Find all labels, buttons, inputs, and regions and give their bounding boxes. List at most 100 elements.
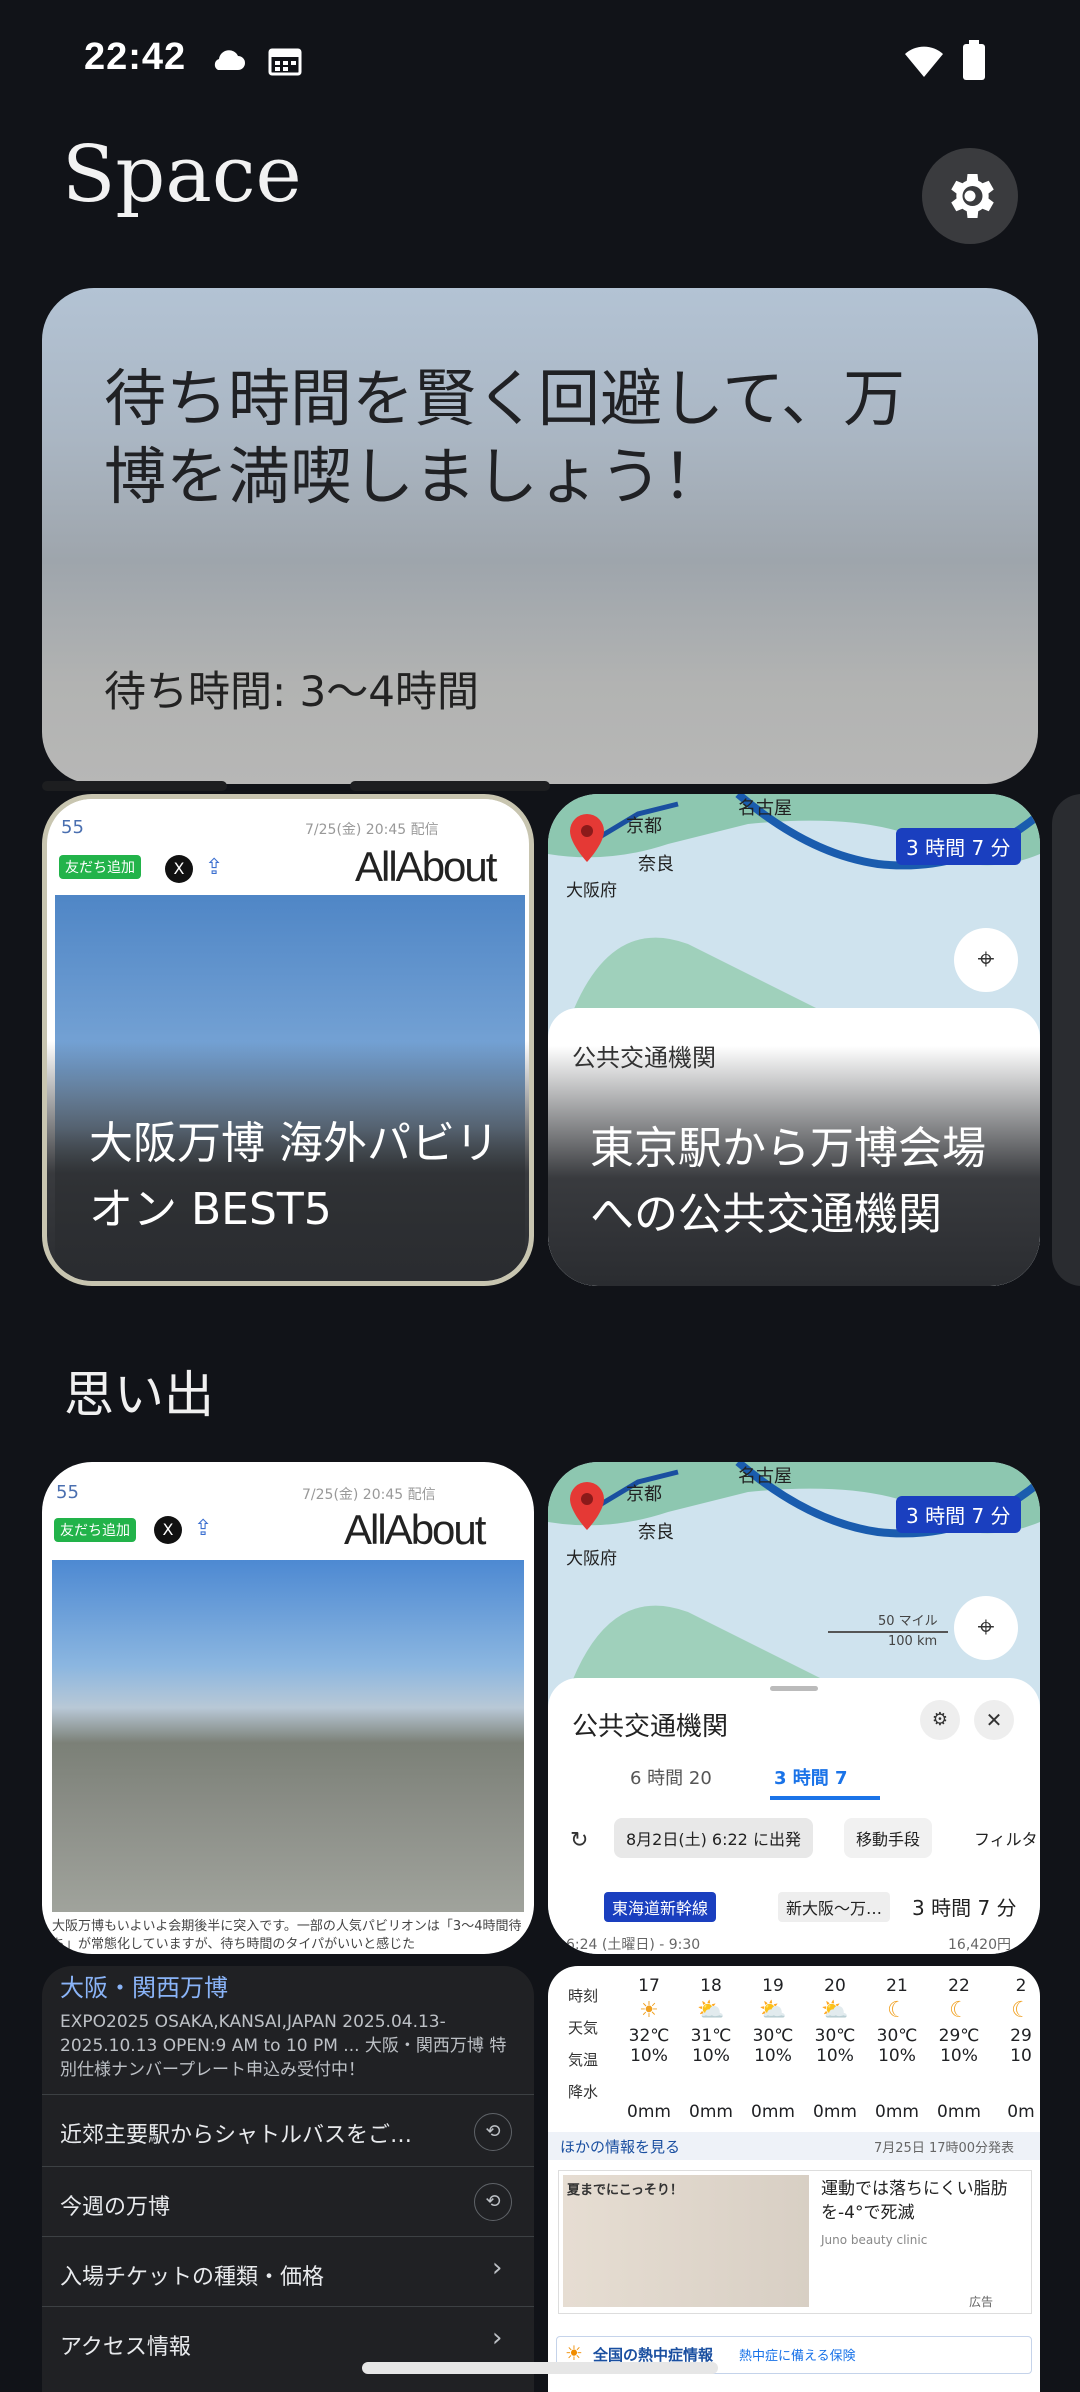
weather-rain-value: 0mm (751, 2102, 795, 2122)
locate-button[interactable]: ⌖ (954, 928, 1018, 992)
memory-weather-card[interactable]: 時刻 天気 気温 降水 17 18 19 20 21 22 2 ☀ ⛅ ⛅ ⛅ ☾ ☾ ☾ 32℃ 31℃… (548, 1966, 1040, 2392)
weather-precip-value: 10% (816, 2046, 854, 2066)
route-to: 新大阪〜万… (778, 1892, 891, 1922)
weather-precip: 10% 10% 10% 10% 10% 10% 10 (618, 2046, 1040, 2066)
weather-temp: 30℃ (752, 2026, 794, 2046)
refresh-icon[interactable]: ↻ (570, 1828, 588, 1853)
comment-count: 55 (56, 1482, 79, 1503)
moon-icon: ☾ (949, 1998, 969, 2023)
share-icon[interactable]: ⇪ (205, 855, 223, 880)
weather-day: 18 (700, 1976, 722, 1996)
sun-cloud-icon: ⛅ (697, 1998, 725, 2023)
alert-sub[interactable]: 熱中症に備える保険 (739, 2345, 856, 2364)
weather-precip-value: 10% (630, 2046, 668, 2066)
transit-card[interactable]: 名古屋 京都 奈良 大阪府 3 時間 7 分 ⌖ 公共交通機関 東京駅から万博会… (548, 794, 1040, 1286)
hero-tab-left (42, 781, 227, 791)
duration-badge: 3 時間 7 分 (896, 1496, 1021, 1533)
departure-chip[interactable]: 8月2日(土) 6:22 に出発 (614, 1818, 813, 1858)
sheet-handle (770, 1686, 818, 1691)
mode-chip[interactable]: 移動手段 (844, 1818, 933, 1858)
article-photo (52, 1560, 524, 1912)
city-label: 名古屋 (738, 1466, 792, 1487)
weather-rain-value: 0mm (627, 2102, 671, 2122)
chevron-right-icon: › (492, 2253, 503, 2283)
x-icon[interactable]: X (165, 855, 193, 883)
ad-label: 広告 (969, 2295, 994, 2309)
weather-day: 17 (638, 1976, 660, 1996)
city-label: 京都 (626, 1484, 662, 1505)
weather-rain-value: 0m (1007, 2102, 1035, 2122)
memory-search-card[interactable]: 大阪・関西万博 EXPO2025 OSAKA,KANSAI,JAPAN 2025… (42, 1966, 534, 2392)
wifi-icon (905, 46, 943, 77)
weather-precip-value: 10% (754, 2046, 792, 2066)
weather-rain-value: 0mm (689, 2102, 733, 2122)
next-card-peek[interactable] (1052, 794, 1080, 1286)
row-label: 気温 (568, 2051, 599, 2069)
x-icon[interactable]: X (154, 1516, 182, 1544)
filter-chip[interactable]: フィルタ (974, 1826, 1038, 1850)
weather-precip-value: 10% (940, 2046, 978, 2066)
weather-rain-value: 0mm (813, 2102, 857, 2122)
city-label: 奈良 (638, 1522, 674, 1543)
weather-temp: 32℃ (628, 2026, 670, 2046)
hero-card[interactable]: 待ち時間を賢く回避して、万博を満喫しましょう！ 待ち時間: 3〜4時間 (42, 288, 1038, 784)
ad-image: 夏までにこっそり！ (563, 2175, 809, 2307)
ad-banner[interactable]: 夏までにこっそり！ 運動では落ちにくい脂肪を-4°で死滅 Juno beauty… (558, 2170, 1032, 2314)
sitelink-row[interactable]: 入場チケットの種類・価格 › (42, 2236, 534, 2307)
article-date: 7/25(金) 20:45 配信 (305, 822, 439, 838)
article-card[interactable]: 55 7/25(金) 20:45 配信 友だち追加 X ⇪ AllAbout 大… (42, 794, 534, 1286)
weather-day: 22 (948, 1976, 970, 1996)
section-title: 思い出 (64, 1366, 214, 1424)
calendar-icon (268, 48, 302, 76)
scale-miles: 50 マイル (878, 1614, 938, 1629)
weather-precip-value: 10% (878, 2046, 916, 2066)
sitelink-row[interactable]: 今週の万博 ⟲ (42, 2166, 534, 2237)
weather-day: 21 (886, 1976, 908, 1996)
hero-tab-right (350, 781, 550, 791)
memory-map-card[interactable]: 名古屋 京都 奈良 大阪府 3 時間 7 分 50 マイル 100 km ⌖ 公… (548, 1462, 1040, 1954)
sun-icon: ☀ (639, 1998, 659, 2023)
allabout-logo: AllAbout (344, 1506, 486, 1553)
city-label: 大阪府 (566, 1549, 617, 1569)
weather-temp: 30℃ (876, 2026, 918, 2046)
sun-cloud-icon: ⛅ (821, 1998, 849, 2023)
sitelink-row[interactable]: 近郊主要駅からシャトルバスをご… ⟲ (42, 2094, 534, 2167)
row-label: 時刻 (568, 1987, 599, 2005)
ad-sponsor: Juno beauty clinic (821, 2233, 928, 2247)
search-result-title[interactable]: 大阪・関西万博 (60, 1968, 228, 2003)
weather-precip-value: 10% (692, 2046, 730, 2066)
friend-add-button[interactable]: 友だち追加 (54, 1518, 136, 1542)
comment-count: 55 (61, 817, 84, 838)
route-fare: 16,420円 (948, 1937, 1011, 1953)
weather-day: 2 (1015, 1976, 1027, 1996)
article-card-label: 大阪万博 海外パビリオン BEST5 (89, 1118, 499, 1235)
transit-card-label: 東京駅から万博会場への公共交通機関 (590, 1123, 986, 1240)
article-snippet: 大阪万博もいよいよ会期後半に突入です。一部の人気パビリオンは「3〜4時間待ち」が… (52, 1919, 522, 1952)
clock: 22:42 (84, 36, 187, 78)
tune-icon[interactable]: ⚙ (920, 1700, 960, 1740)
moon-icon: ☾ (887, 1998, 907, 2023)
tab-car[interactable]: 6 時間 20 (630, 1764, 712, 1790)
gesture-bar[interactable] (362, 2362, 718, 2374)
share-icon[interactable]: ⇪ (194, 1516, 212, 1541)
more-info-link[interactable]: ほかの情報を見る (560, 2136, 680, 2157)
row-label: 降水 (568, 2083, 599, 2101)
weather-temps: 32℃ 31℃ 30℃ 30℃ 30℃ 29℃ 29 (618, 2026, 1040, 2046)
sheet-title: 公共交通機関 (572, 1712, 729, 1742)
friend-add-button[interactable]: 友だち追加 (59, 855, 141, 879)
article-date: 7/25(金) 20:45 配信 (302, 1487, 436, 1503)
memory-article-card[interactable]: 55 7/25(金) 20:45 配信 友だち追加 X ⇪ AllAbout 大… (42, 1462, 534, 1954)
weather-day: 19 (762, 1976, 784, 1996)
cloud-icon (214, 50, 245, 70)
map-pin-icon (570, 814, 604, 862)
locate-button[interactable]: ⌖ (954, 1596, 1018, 1660)
close-icon[interactable]: ✕ (974, 1700, 1014, 1740)
sitelink-label: アクセス情報 (60, 2335, 191, 2360)
settings-button[interactable] (922, 148, 1018, 244)
history-icon: ⟲ (474, 2113, 512, 2151)
weather-rain-value: 0mm (937, 2102, 981, 2122)
tab-train[interactable]: 3 時間 7 (774, 1764, 848, 1790)
transit-sheet: 公共交通機関 ⚙ ✕ 6 時間 20 3 時間 7 ↻ 8月2日(土) 6:22… (548, 1678, 1040, 1954)
weather-more-row[interactable]: ほかの情報を見る 7月25日 17時00分発表 (548, 2132, 1040, 2160)
chevron-right-icon: › (492, 2323, 503, 2353)
